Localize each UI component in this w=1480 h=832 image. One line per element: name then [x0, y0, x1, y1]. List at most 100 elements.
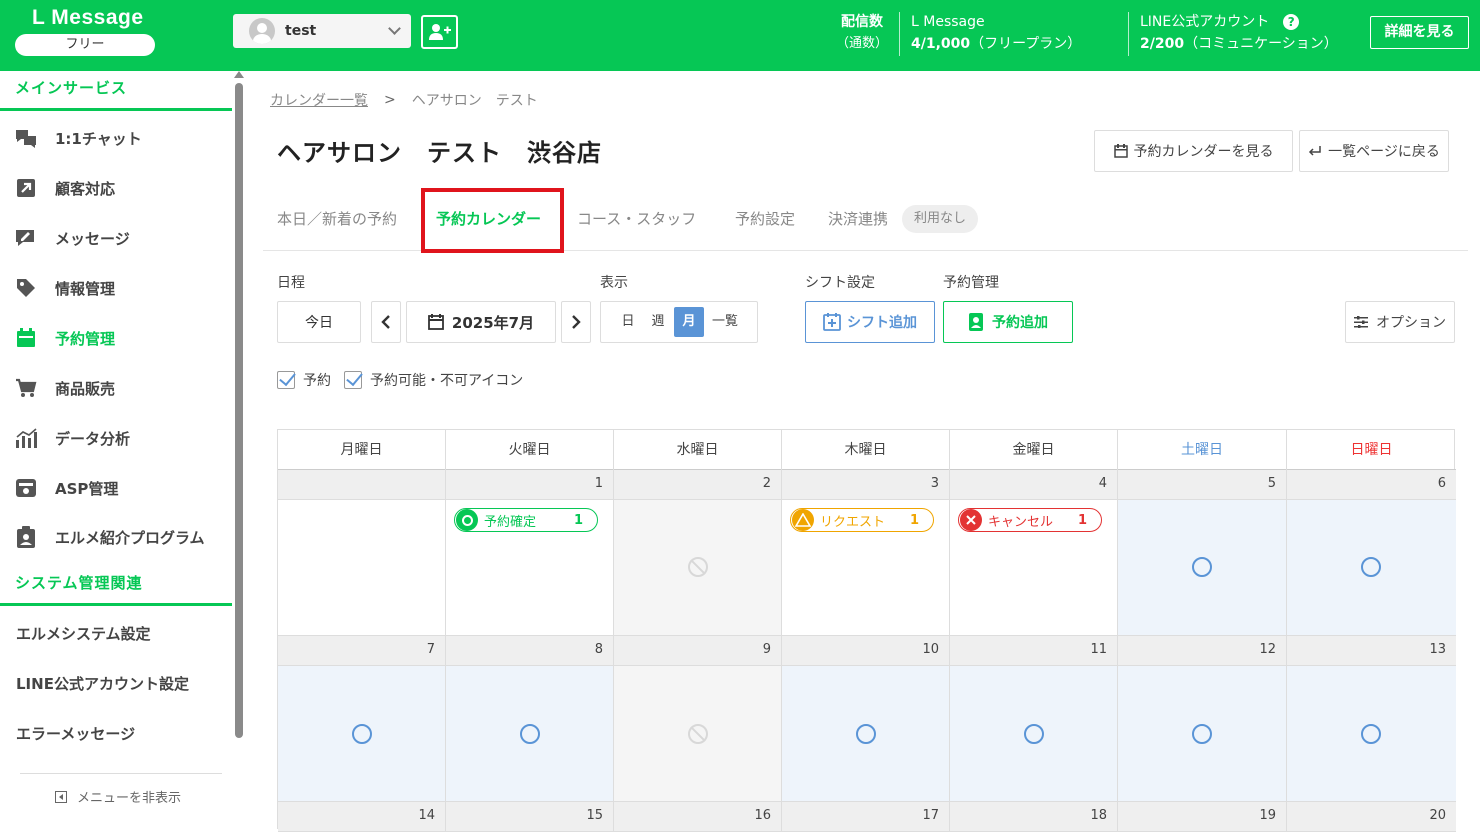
plan-badge: フリー — [15, 34, 155, 56]
chat-icon — [13, 127, 39, 149]
date-cell[interactable]: 12 — [1118, 636, 1287, 666]
day-cell-available[interactable] — [782, 666, 950, 802]
date-cell[interactable]: 11 — [950, 636, 1118, 666]
highlight-box — [421, 188, 564, 253]
delivery-stat: 配信数 （通数） — [836, 11, 888, 55]
account-select[interactable]: test — [233, 14, 411, 48]
next-month-button[interactable] — [561, 301, 591, 343]
date-cell[interactable]: 2 — [614, 470, 782, 500]
breadcrumb-link[interactable]: カレンダー一覧 — [270, 90, 368, 110]
view-month[interactable]: 月 — [674, 307, 704, 337]
checkbox-checked-icon[interactable] — [277, 371, 295, 389]
logo[interactable]: L Message — [32, 6, 144, 30]
date-cell[interactable]: 7 — [278, 636, 446, 666]
date-cell[interactable]: 17 — [782, 802, 950, 832]
available-circle-icon — [352, 724, 372, 744]
event-count: 1 — [573, 512, 583, 528]
day-cell-available[interactable] — [278, 666, 446, 802]
prev-month-button[interactable] — [371, 301, 401, 343]
event-label: キャンセル — [988, 514, 1054, 530]
sidebar-item-asp[interactable]: ASP管理 — [0, 468, 232, 508]
view-calendar-button[interactable]: 予約カレンダーを見る — [1094, 130, 1293, 172]
breadcrumb: カレンダー一覧 > ヘアサロン テスト — [270, 90, 538, 110]
day-cell[interactable]: キャンセル 1 — [950, 500, 1118, 636]
sidebar-scrollbar[interactable] — [234, 71, 244, 739]
date-cell[interactable]: 3 — [782, 470, 950, 500]
date-cell[interactable]: 16 — [614, 802, 782, 832]
option-button[interactable]: オプション — [1345, 301, 1455, 343]
day-cell[interactable]: 予約確定 1 — [446, 500, 614, 636]
tab-payment[interactable]: 決済連携 — [828, 208, 888, 229]
event-request[interactable]: リクエスト 1 — [790, 508, 934, 532]
add-account-button[interactable] — [421, 15, 458, 49]
sidebar-item-system-settings[interactable]: エルメシステム設定 — [0, 614, 232, 654]
day-cell-available[interactable] — [950, 666, 1118, 802]
available-circle-icon — [856, 724, 876, 744]
tab-today[interactable]: 本日／新着の予約 — [277, 208, 397, 229]
filter-availability-icon-checkbox[interactable]: 予約可能・不可アイコン — [344, 370, 523, 390]
sidebar-item-label: 商品販売 — [55, 379, 116, 398]
scrollbar-thumb[interactable] — [235, 83, 243, 738]
date-cell[interactable]: 10 — [782, 636, 950, 666]
day-cell-available[interactable] — [1118, 666, 1287, 802]
date-cell[interactable]: 6 — [1287, 470, 1456, 500]
sidebar-item-customer[interactable]: 顧客対応 — [0, 168, 232, 208]
date-cell[interactable]: 18 — [950, 802, 1118, 832]
today-button[interactable]: 今日 — [277, 301, 361, 343]
day-cell[interactable]: リクエスト 1 — [782, 500, 950, 636]
day-cell-closed[interactable] — [614, 500, 782, 636]
detail-button[interactable]: 詳細を見る — [1370, 16, 1469, 49]
line-stat: LINE公式アカウント? 2/200（コミュニケーション） — [1140, 11, 1338, 55]
date-cell[interactable]: 5 — [1118, 470, 1287, 500]
date-cell[interactable]: 19 — [1118, 802, 1287, 832]
date-cell[interactable]: 15 — [446, 802, 614, 832]
date-cell[interactable]: 9 — [614, 636, 782, 666]
sidebar-item-sales[interactable]: 商品販売 — [0, 368, 232, 408]
header-divider — [1128, 12, 1129, 56]
checkbox-checked-icon[interactable] — [344, 371, 362, 389]
event-cancel[interactable]: キャンセル 1 — [958, 508, 1102, 532]
tab-settings[interactable]: 予約設定 — [735, 208, 795, 229]
sidebar-item-info[interactable]: 情報管理 — [0, 268, 232, 308]
filter-reservation-checkbox[interactable]: 予約 — [277, 370, 331, 390]
add-user-icon — [428, 24, 451, 40]
add-reservation-button[interactable]: 予約追加 — [943, 301, 1073, 343]
lmessage-plan: （フリープラン） — [970, 36, 1082, 52]
view-list[interactable]: 一覧 — [710, 307, 740, 337]
delivery-sub: （通数） — [836, 36, 889, 51]
date-cell[interactable]: 20 — [1287, 802, 1456, 832]
tab-course-staff[interactable]: コース・スタッフ — [577, 208, 696, 229]
view-week[interactable]: 週 — [643, 307, 673, 337]
add-shift-button[interactable]: シフト追加 — [805, 301, 935, 343]
return-icon — [1309, 146, 1321, 156]
sidebar-section-main: メインサービス — [0, 71, 232, 111]
event-confirmed[interactable]: 予約確定 1 — [454, 508, 598, 532]
month-display[interactable]: 2025年7月 — [406, 301, 556, 343]
day-cell-available[interactable] — [1287, 500, 1456, 636]
day-cell-available[interactable] — [446, 666, 614, 802]
date-cell[interactable]: 13 — [1287, 636, 1456, 666]
date-cell[interactable]: 8 — [446, 636, 614, 666]
date-cell[interactable]: 14 — [278, 802, 446, 832]
help-icon[interactable]: ? — [1283, 14, 1300, 30]
sidebar-item-referral[interactable]: エルメ紹介プログラム — [0, 517, 232, 557]
date-cell[interactable]: 1 — [446, 470, 614, 500]
date-cell[interactable]: 4 — [950, 470, 1118, 500]
sidebar-item-line-settings[interactable]: LINE公式アカウント設定 — [0, 664, 232, 704]
hide-menu-button[interactable]: メニューを非表示 — [55, 787, 181, 806]
scroll-up-icon[interactable] — [234, 71, 244, 78]
header-divider — [899, 12, 900, 56]
day-cell-closed[interactable] — [614, 666, 782, 802]
sidebar-item-chat[interactable]: 1:1チャット — [0, 118, 232, 158]
back-to-list-button[interactable]: 一覧ページに戻る — [1299, 130, 1449, 172]
breadcrumb-chevron-icon: > — [384, 92, 396, 108]
sidebar-item-analytics[interactable]: データ分析 — [0, 418, 232, 458]
sidebar-item-reservation[interactable]: 予約管理 — [0, 318, 232, 358]
weekday-header: 火曜日 — [446, 430, 614, 470]
view-label: 表示 — [600, 275, 628, 291]
day-cell-available[interactable] — [1118, 500, 1287, 636]
view-day[interactable]: 日 — [613, 307, 643, 337]
sidebar-item-error-messages[interactable]: エラーメッセージ — [0, 714, 232, 754]
day-cell-available[interactable] — [1287, 666, 1456, 802]
sidebar-item-message[interactable]: メッセージ — [0, 218, 232, 258]
